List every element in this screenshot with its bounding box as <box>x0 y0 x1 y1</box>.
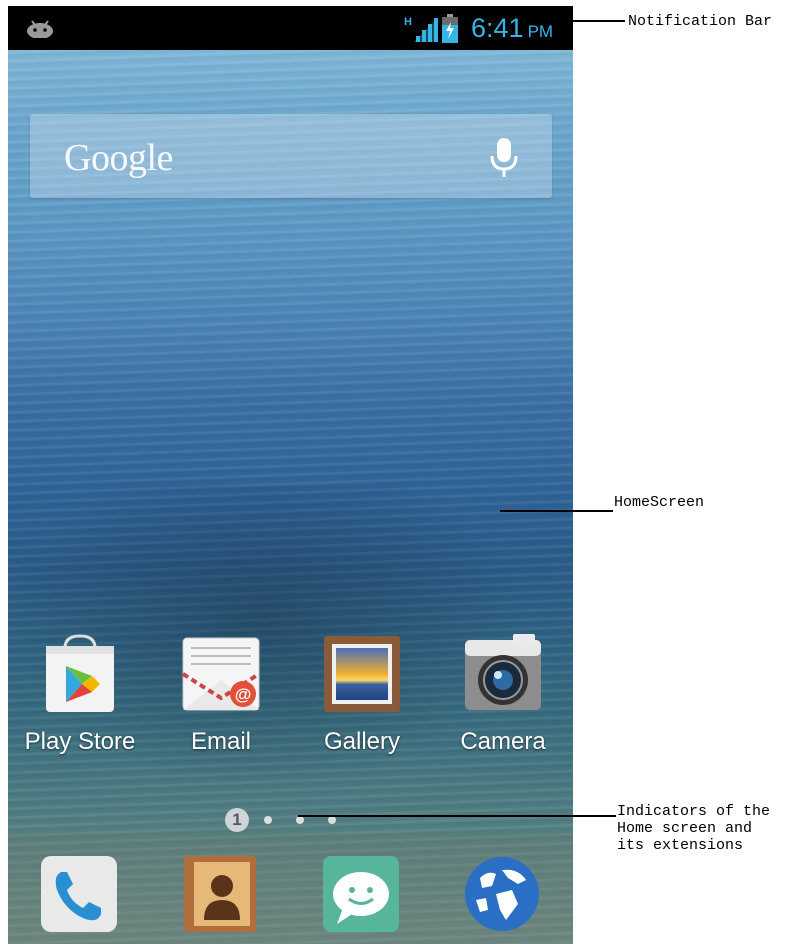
annotation-line <box>573 20 625 22</box>
gallery-icon <box>322 634 402 714</box>
annotation-line <box>500 510 613 512</box>
status-clock: 6:41 PM <box>471 13 553 44</box>
camera-icon <box>463 634 543 714</box>
page-indicator-dot[interactable] <box>264 816 272 824</box>
phone-screen: H 6:41 PM Google Play Store @ Email Gall… <box>8 6 573 944</box>
favorites-dock <box>8 834 573 944</box>
email-icon: @ <box>181 634 261 714</box>
phone-icon[interactable] <box>39 854 119 934</box>
notification-bar[interactable]: H 6:41 PM <box>8 6 573 50</box>
app-label: Gallery <box>323 728 401 755</box>
page-indicator-dot[interactable] <box>328 816 336 824</box>
play-store-icon <box>40 634 120 714</box>
annotation-line <box>298 815 616 817</box>
page-indicator-dot[interactable] <box>296 816 304 824</box>
google-search-widget[interactable]: Google <box>30 114 552 198</box>
signal-icon <box>414 18 438 42</box>
app-camera[interactable]: Camera <box>433 634 573 756</box>
annotation-notification-bar: Notification Bar <box>628 13 773 30</box>
mic-icon[interactable] <box>487 136 521 180</box>
app-label: Email <box>190 728 251 755</box>
battery-charging-icon <box>442 14 458 43</box>
android-notification-icon <box>27 20 53 38</box>
svg-text:@: @ <box>235 685 252 704</box>
browser-icon[interactable] <box>462 854 542 934</box>
app-label: Camera <box>460 728 546 755</box>
clock-time: 6:41 <box>471 13 524 43</box>
app-label: Play Store <box>24 728 136 755</box>
annotation-indicators: Indicators of the Home screen and its ex… <box>617 803 771 854</box>
page-indicator-current[interactable]: 1 <box>225 808 249 832</box>
messaging-icon[interactable] <box>321 854 401 934</box>
annotation-homescreen: HomeScreen <box>614 494 705 511</box>
app-email[interactable]: @ Email <box>151 634 291 756</box>
clock-ampm: PM <box>527 22 554 41</box>
app-play-store[interactable]: Play Store <box>10 634 150 756</box>
contacts-icon[interactable] <box>180 854 260 934</box>
page-indicators[interactable]: 1 <box>220 808 360 832</box>
google-logo[interactable]: Google <box>64 136 173 180</box>
app-gallery[interactable]: Gallery <box>292 634 432 756</box>
